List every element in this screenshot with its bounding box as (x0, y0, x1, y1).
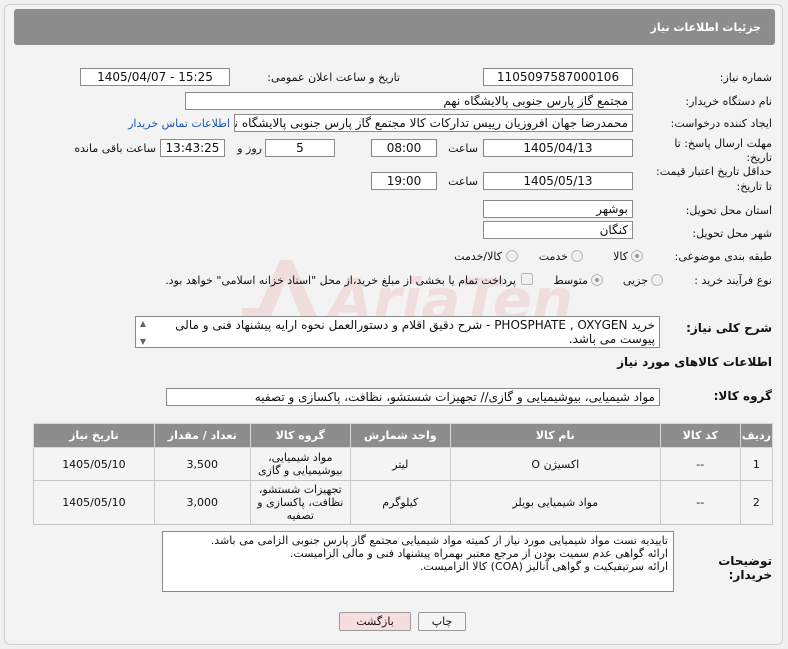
description-text: خرید PHOSPHATE , OXYGEN - شرح دقیق اقلام… (175, 318, 655, 346)
price-validity-time-field: 19:00 (371, 172, 437, 190)
city-field: کنگان (483, 221, 633, 239)
price-validity-label: حداقل تاریخ اعتبار قیمت: (656, 165, 772, 178)
province-label: استان محل تحویل: (685, 204, 772, 217)
treasury-payment-checkbox[interactable] (521, 273, 533, 285)
remaining-time-field: 13:43:25 (160, 139, 225, 157)
deadline-label: مهلت ارسال پاسخ: تا (674, 137, 772, 150)
price-validity-date-field: 1405/05/13 (483, 172, 633, 190)
cell-unit: کیلوگرم (349, 480, 451, 525)
buyer-note-line: ارائه گواهی عدم سمیت بودن از مرجع معتبر … (289, 547, 668, 560)
province-field: بوشهر (483, 200, 633, 218)
deadline-date-label: تاریخ: (746, 151, 772, 164)
creator-label: ایجاد کننده درخواست: (670, 117, 772, 130)
buyer-notes-label: توضیحات خریدار: (718, 554, 772, 582)
buyer-notes-box: تاییدیه تست مواد شیمیایی مورد نیاز از کم… (162, 531, 674, 592)
cell-row-number: 1 (739, 447, 774, 481)
need-number-label: شماره نیاز: (719, 71, 772, 84)
city-label: شهر محل تحویل: (692, 227, 772, 240)
cell-item-code: -- (659, 480, 741, 525)
buyer-note-line: تاییدیه تست مواد شیمیایی مورد نیاز از کم… (210, 534, 668, 547)
cell-quantity: 3,000 (153, 480, 251, 525)
cell-unit: لیتر (349, 447, 451, 481)
scroll-up-icon[interactable]: ▲ (140, 319, 146, 328)
category-radio-goods[interactable] (631, 250, 643, 262)
goods-group-field: مواد شیمیایی، بیوشیمیایی و گازی// تجهیزا… (166, 388, 660, 406)
cell-item-name: اکسیژن O (449, 447, 661, 481)
page-header: جزئیات اطلاعات نیاز (14, 9, 775, 45)
buyer-org-label: نام دستگاه خریدار: (685, 95, 772, 108)
days-label: روز و (237, 142, 262, 155)
need-number-field: 1105097587000106 (483, 68, 633, 86)
cell-item-group: مواد شیمیایی، بیوشیمیایی و گازی (249, 447, 351, 481)
days-remaining-field: 5 (265, 139, 335, 157)
textarea-scrollbar[interactable]: ▲ ▼ (138, 319, 148, 346)
category-option-service: خدمت (538, 250, 568, 263)
cell-item-name: مواد شیمیایی بویلر (449, 480, 661, 525)
remaining-time-label: ساعت باقی مانده (74, 142, 156, 155)
back-button[interactable]: بازگشت (339, 612, 411, 631)
contact-info-link[interactable]: اطلاعات تماس خریدار (104, 117, 230, 130)
scroll-down-icon[interactable]: ▼ (140, 337, 146, 346)
col-header-item-name: نام کالا (449, 423, 661, 448)
buyer-note-line: ارائه سرتیفیکیت و گواهی آنالیز (COA) کال… (419, 560, 668, 573)
category-option-goods: کالا (613, 250, 628, 263)
items-table: ردیف کد کالا نام کالا واحد شمارش گروه کا… (33, 423, 774, 525)
cell-row-number: 2 (739, 480, 774, 525)
deadline-time-label: ساعت (448, 142, 478, 155)
process-radio-medium[interactable] (591, 274, 603, 286)
category-option-goods-service: کالا/خدمت (454, 250, 502, 263)
description-label: شرح کلی نیاز: (686, 321, 772, 335)
cell-need-date: 1405/05/10 (33, 480, 155, 525)
table-header-row: ردیف کد کالا نام کالا واحد شمارش گروه کا… (33, 423, 774, 448)
cell-item-group: تجهیزات شستشو، نظافت، پاکسازی و تصفیه (249, 480, 351, 525)
page-title: جزئیات اطلاعات نیاز (650, 21, 762, 34)
col-header-item-code: کد کالا (659, 423, 741, 448)
deadline-date-field: 1405/04/13 (483, 139, 633, 157)
category-radio-goods-service[interactable] (506, 250, 518, 262)
goods-info-title: اطلاعات کالاهای مورد نیاز (617, 355, 772, 369)
table-row: 2 -- مواد شیمیایی بویلر کیلوگرم تجهیزات … (33, 480, 774, 525)
cell-need-date: 1405/05/10 (33, 447, 155, 481)
price-validity-time-label: ساعت (448, 175, 478, 188)
announce-datetime-field: 1405/04/07 - 15:25 (80, 68, 230, 86)
goods-group-label: گروه کالا: (713, 389, 772, 403)
col-header-row-number: ردیف (739, 423, 774, 448)
col-header-quantity: تعداد / مقدار (153, 423, 251, 448)
price-validity-date-label: تا تاریخ: (736, 180, 772, 193)
process-type-label: نوع فرآیند خرید : (694, 274, 772, 287)
print-button[interactable]: چاپ (418, 612, 466, 631)
buyer-org-field: مجتمع گاز پارس جنوبی پالایشگاه نهم (185, 92, 633, 110)
process-option-medium: متوسط (553, 274, 588, 287)
creator-field: محمدرضا جهان افروزیان رییس تدارکات کالا … (234, 114, 633, 132)
deadline-time-field: 08:00 (371, 139, 437, 157)
col-header-need-date: تاریخ نیاز (33, 423, 155, 448)
treasury-payment-note: پرداخت تمام یا بخشی از مبلغ خرید،از محل … (165, 274, 516, 287)
table-row: 1 -- اکسیژن O لیتر مواد شیمیایی، بیوشیمی… (33, 447, 774, 481)
process-option-minor: جزیی (622, 274, 648, 287)
category-label: طبقه بندی موضوعی: (674, 250, 772, 263)
announce-label: تاریخ و ساعت اعلان عمومی: (267, 71, 400, 84)
description-textarea[interactable]: خرید PHOSPHATE , OXYGEN - شرح دقیق اقلام… (135, 316, 660, 348)
process-radio-minor[interactable] (651, 274, 663, 286)
cell-quantity: 3,500 (153, 447, 251, 481)
col-header-item-group: گروه کالا (249, 423, 351, 448)
cell-item-code: -- (659, 447, 741, 481)
col-header-unit: واحد شمارش (349, 423, 451, 448)
category-radio-service[interactable] (571, 250, 583, 262)
